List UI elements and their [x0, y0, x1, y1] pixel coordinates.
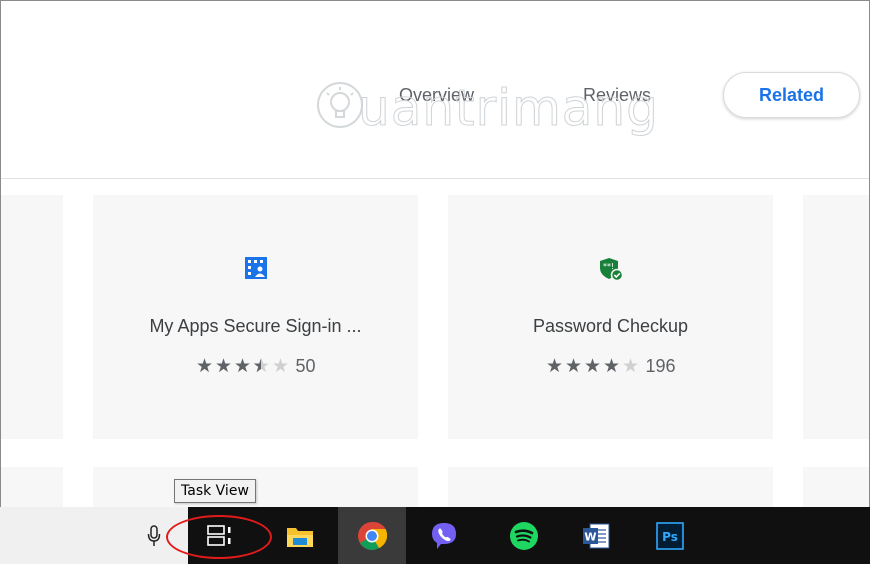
- chrome-button[interactable]: [338, 507, 406, 564]
- chrome-icon: [358, 521, 387, 550]
- shield-check-icon: **!: [599, 258, 623, 281]
- task-view-icon: [207, 524, 231, 546]
- card-partial-left[interactable]: [1, 195, 63, 439]
- task-view-tooltip: Task View: [174, 479, 256, 503]
- app-card-password-checkup[interactable]: **! Password Checkup ★ ★ ★ ★ ★ 196: [448, 195, 773, 439]
- star-icon: ★: [583, 355, 601, 377]
- word-letter: W: [584, 530, 596, 543]
- divider: [1, 178, 869, 179]
- half-star-icon: ★: [252, 356, 270, 377]
- star-icon: ★: [214, 355, 232, 377]
- file-explorer-button[interactable]: [276, 507, 324, 564]
- tab-overview[interactable]: Overview: [399, 85, 474, 106]
- microphone-icon: [147, 524, 161, 546]
- apps-grid-person-icon: [244, 257, 267, 279]
- svg-text:**!: **!: [603, 262, 614, 271]
- rating: ★ ★ ★ ★ ★ 50: [93, 356, 418, 377]
- file-explorer-icon: [287, 527, 313, 547]
- spotify-button[interactable]: [500, 507, 548, 564]
- star-icon: ★: [233, 355, 251, 377]
- card-title[interactable]: Password Checkup: [448, 316, 773, 337]
- word-icon: W: [583, 523, 610, 548]
- rating-count: 50: [295, 356, 316, 376]
- star-icon: ★: [195, 355, 213, 377]
- tab-related-label: Related: [758, 84, 825, 105]
- star-rating: ★ ★ ★ ★ ★: [195, 355, 289, 377]
- star-icon: ★: [545, 355, 563, 377]
- star-empty-icon: ★: [621, 355, 639, 377]
- star-icon: ★: [564, 355, 582, 377]
- tab-reviews[interactable]: Reviews: [583, 85, 651, 106]
- microphone-button[interactable]: [130, 507, 178, 564]
- card-partial-row2[interactable]: [448, 467, 773, 507]
- photoshop-label: Ps: [662, 530, 678, 544]
- card-partial-row2[interactable]: [803, 467, 869, 507]
- card-partial-right[interactable]: [803, 195, 869, 439]
- rating-count: 196: [645, 356, 676, 376]
- star-rating: ★ ★ ★ ★ ★: [545, 355, 639, 377]
- lightbulb-logo-icon: [317, 82, 363, 128]
- star-empty-icon: ★: [271, 355, 289, 377]
- star-icon: ★: [602, 355, 620, 377]
- tooltip-text: Task View: [181, 483, 249, 499]
- watermark: uantrimang: [306, 73, 658, 143]
- viber-icon: [432, 522, 456, 549]
- card-title[interactable]: My Apps Secure Sign-in ...: [93, 316, 418, 337]
- viber-button[interactable]: [420, 507, 468, 564]
- card-partial-row2[interactable]: [1, 467, 63, 507]
- task-view-button[interactable]: [196, 507, 244, 564]
- photoshop-icon: Ps: [656, 521, 684, 550]
- app-card-my-apps[interactable]: My Apps Secure Sign-in ... ★ ★ ★ ★ ★ 50: [93, 195, 418, 439]
- rating: ★ ★ ★ ★ ★ 196: [448, 356, 773, 377]
- word-button[interactable]: W: [572, 507, 620, 564]
- taskbar: W Ps: [0, 507, 870, 564]
- spotify-icon: [510, 521, 538, 550]
- photoshop-button[interactable]: Ps: [646, 507, 694, 564]
- tab-related[interactable]: Related: [723, 72, 860, 118]
- browser-content: Overview Reviews Related uantrimang My A…: [0, 0, 870, 507]
